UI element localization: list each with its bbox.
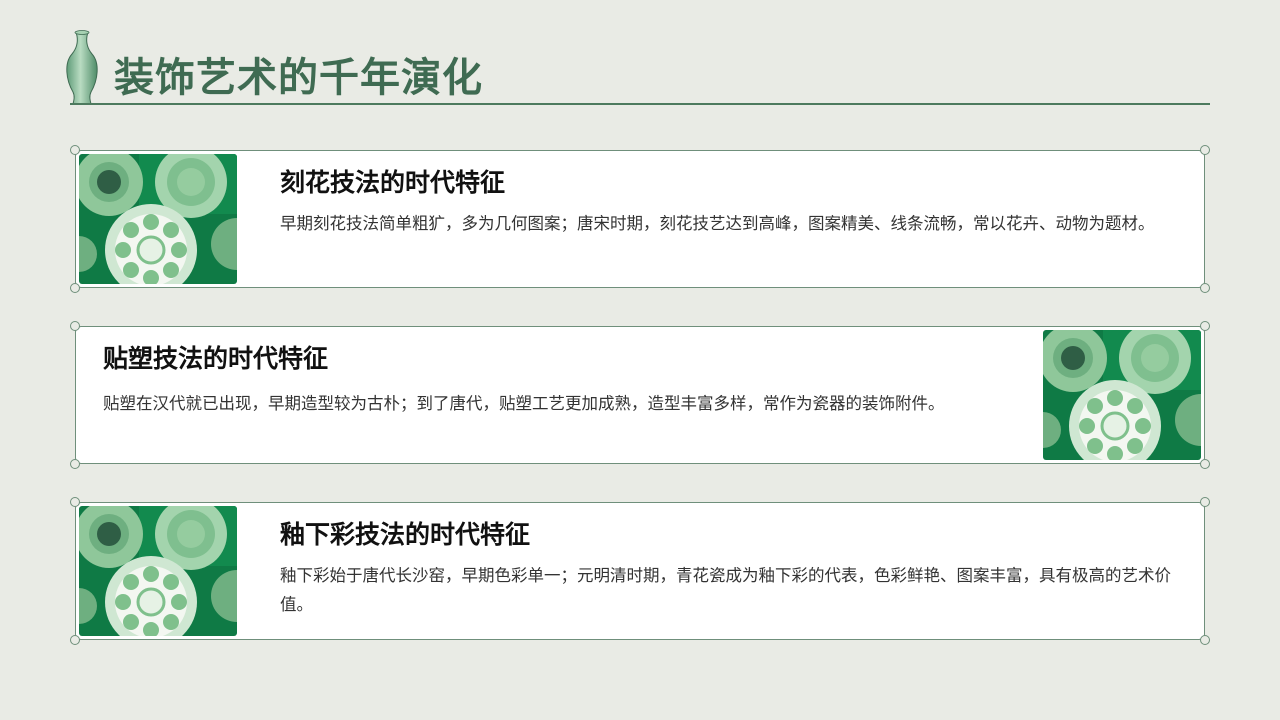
celadon-ceramics-photo bbox=[79, 506, 237, 636]
card-heading: 刻花技法的时代特征 bbox=[280, 168, 506, 197]
card-carving: 刻花技法的时代特征 早期刻花技法简单粗犷，多为几何图案；唐宋时期，刻花技艺达到高… bbox=[70, 145, 1210, 293]
corner-ornament bbox=[70, 145, 80, 155]
corner-ornament bbox=[1200, 497, 1210, 507]
celadon-vase-icon bbox=[66, 30, 98, 105]
card-underglaze: 釉下彩技法的时代特征 釉下彩始于唐代长沙窑，早期色彩单一；元明清时期，青花瓷成为… bbox=[70, 497, 1210, 645]
corner-ornament bbox=[70, 283, 80, 293]
card-body: 早期刻花技法简单粗犷，多为几何图案；唐宋时期，刻花技艺达到高峰，图案精美、线条流… bbox=[280, 214, 1155, 233]
corner-ornament bbox=[70, 497, 80, 507]
corner-ornament bbox=[70, 635, 80, 645]
card-heading: 釉下彩技法的时代特征 bbox=[280, 520, 531, 549]
card-body: 釉下彩始于唐代长沙窑，早期色彩单一；元明清时期，青花瓷成为釉下彩的代表，色彩鲜艳… bbox=[280, 566, 1171, 614]
corner-ornament bbox=[1200, 283, 1210, 293]
page-title: 装饰艺术的千年演化 bbox=[114, 55, 483, 101]
title-divider bbox=[70, 103, 1210, 105]
slide: 装饰艺术的千年演化 刻花技法的时代特征 早期刻花技法简单粗犷，多为几何图案；唐宋… bbox=[0, 0, 1280, 720]
corner-ornament bbox=[70, 459, 80, 469]
celadon-ceramics-photo bbox=[1043, 330, 1201, 460]
corner-ornament bbox=[70, 321, 80, 331]
corner-ornament bbox=[1200, 145, 1210, 155]
card-body: 贴塑在汉代就已出现，早期造型较为古朴；到了唐代，贴塑工艺更加成熟，造型丰富多样，… bbox=[103, 394, 945, 413]
celadon-ceramics-photo bbox=[79, 154, 237, 284]
corner-ornament bbox=[1200, 321, 1210, 331]
card-appliqué: 贴塑技法的时代特征 贴塑在汉代就已出现，早期造型较为古朴；到了唐代，贴塑工艺更加… bbox=[70, 321, 1210, 469]
corner-ornament bbox=[1200, 635, 1210, 645]
corner-ornament bbox=[1200, 459, 1210, 469]
card-heading: 贴塑技法的时代特征 bbox=[103, 344, 329, 373]
